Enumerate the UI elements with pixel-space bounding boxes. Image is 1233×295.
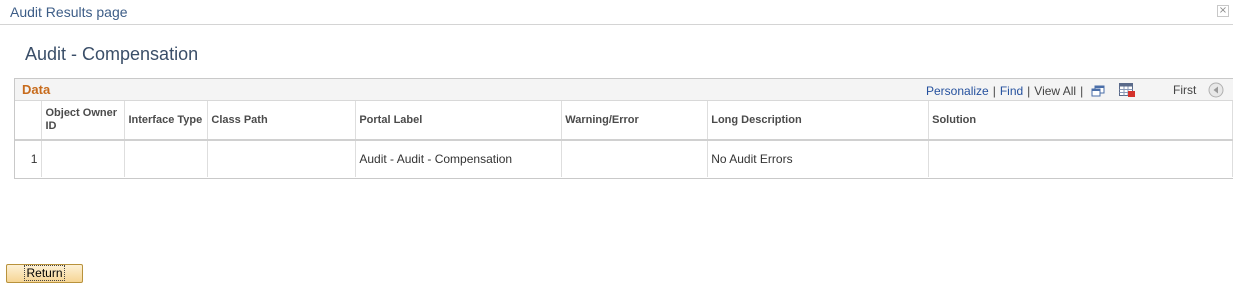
column-header-portal-label: Portal Label [355,101,563,141]
column-header-solution: Solution [928,101,1233,141]
table-header-row: Object Owner ID Interface Type Class Pat… [15,101,1233,141]
find-link[interactable]: Find [1000,84,1023,98]
cell-portal-label: Audit - Audit - Compensation [355,140,563,177]
personalize-link[interactable]: Personalize [926,84,989,98]
column-header-warning-error: Warning/Error [561,101,709,141]
first-page-label[interactable]: First [1173,83,1196,97]
return-button-label: Return [24,265,65,281]
column-header-long-description: Long Description [707,101,930,141]
cell-solution [928,140,1233,177]
results-table: Object Owner ID Interface Type Class Pat… [15,101,1233,177]
column-header-row-number [15,101,43,141]
grid-header: Data Personalize | Find | View All | First [15,79,1233,101]
cell-object-owner-id [41,140,126,177]
column-header-object-owner-id: Object Owner ID [41,101,126,141]
page-title: Audit - Compensation [25,44,199,64]
table-row: 1 Audit - Audit - Compensation No Audit … [15,140,1233,177]
nav-separator: | [992,84,996,98]
nav-separator: | [1027,84,1031,98]
row-number: 1 [15,140,43,177]
return-button[interactable]: Return [6,264,83,283]
cell-interface-type [124,140,209,177]
new-window-icon[interactable] [1091,85,1105,100]
window-title: Audit Results page [10,4,128,20]
title-bar: Audit Results page × [0,0,1233,25]
view-all-link[interactable]: View All [1034,84,1076,98]
previous-arrow-icon[interactable] [1208,82,1224,103]
cell-long-description: No Audit Errors [707,140,930,177]
data-grid: Data Personalize | Find | View All | First Ob… [14,78,1233,179]
spreadsheet-download-icon[interactable] [1119,83,1136,100]
cell-class-path [207,140,357,177]
grid-caption: Data [22,82,51,97]
column-header-interface-type: Interface Type [124,101,209,141]
column-header-class-path: Class Path [207,101,357,141]
cell-warning-error [561,140,709,177]
nav-separator: | [1080,84,1084,98]
grid-navigation: Personalize | Find | View All | [926,83,1136,100]
close-icon[interactable]: × [1217,5,1229,17]
